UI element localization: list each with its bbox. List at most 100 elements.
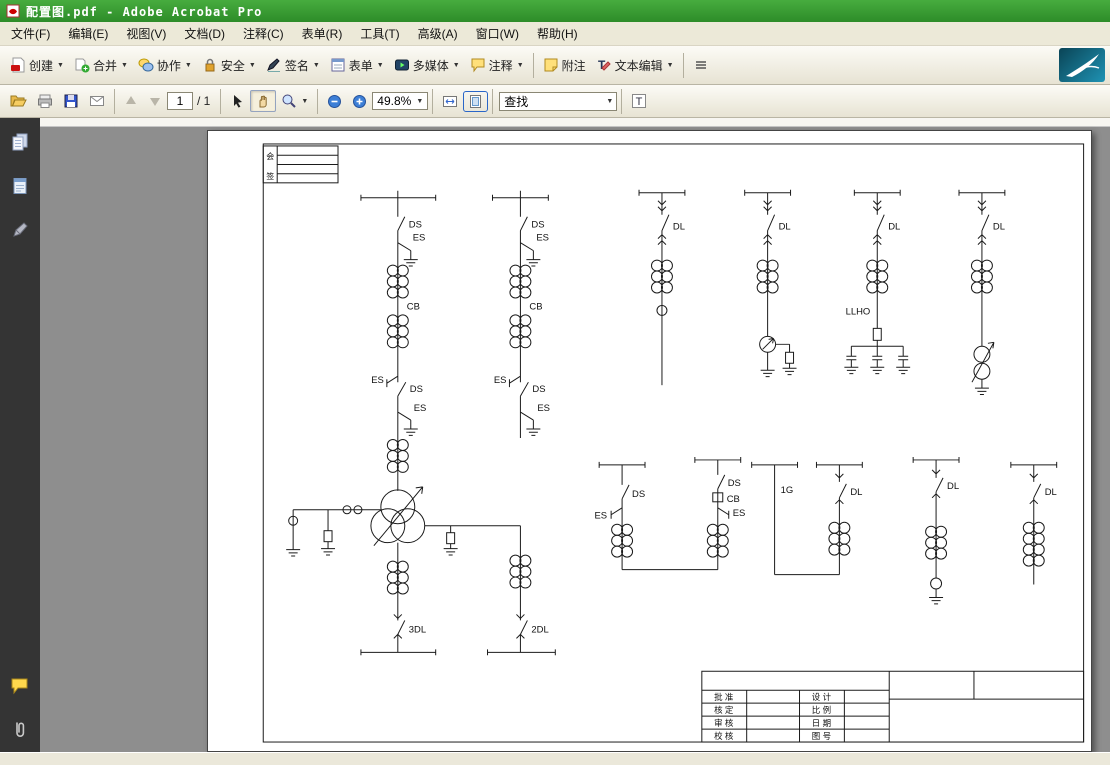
menu-bar: 文件(F) 编辑(E) 视图(V) 文档(D) 注释(C) 表单(R) 工具(T…	[0, 22, 1110, 46]
combine-button[interactable]: 合并 ▼	[69, 54, 133, 77]
bookmarks-icon	[13, 178, 27, 194]
label-cb: CB	[727, 494, 740, 505]
tasks-toolbar: 创建 ▼ 合并 ▼ 协作 ▼ 安全 ▼ 签名 ▼ 表单 ▼ 多媒体 ▼ 注释 ▼…	[0, 46, 1110, 85]
open-button[interactable]	[5, 90, 32, 112]
find-input[interactable]	[500, 94, 606, 108]
menu-document[interactable]: 文档(D)	[175, 21, 234, 46]
email-button[interactable]	[84, 91, 110, 111]
attachments-panel-button[interactable]	[6, 718, 34, 742]
forms-label: 表单	[348, 58, 373, 73]
chevron-down-icon: ▼	[57, 61, 64, 69]
find-box[interactable]: ▼	[499, 91, 618, 111]
arrow-down-icon	[150, 98, 160, 106]
speech-bubble-icon	[471, 58, 485, 73]
label-ds: DS	[728, 478, 741, 489]
fit-page-button[interactable]	[463, 90, 489, 112]
menu-advanced[interactable]: 高级(A)	[409, 21, 467, 46]
pen-icon	[266, 58, 280, 72]
comment-button[interactable]: 注释 ▼	[465, 54, 529, 77]
bay-section-1	[598, 461, 718, 571]
fit-width-icon	[443, 95, 458, 107]
previous-page-button[interactable]	[119, 91, 143, 111]
fit-width-button[interactable]	[437, 91, 463, 112]
label-llho: LLHO	[846, 306, 871, 317]
printer-icon	[38, 94, 52, 108]
print-button[interactable]	[32, 90, 58, 112]
chevron-down-icon: ▼	[120, 61, 128, 69]
bookmarks-panel-button[interactable]	[6, 174, 34, 198]
separator	[114, 88, 115, 114]
chevron-down-icon: ▼	[376, 61, 384, 69]
pdf-page[interactable]: DS ES CB ES DS ES 3DL 2DL DS ES CB ES DS…	[207, 130, 1092, 752]
label-cb: CB	[407, 301, 420, 312]
next-page-button[interactable]	[143, 91, 167, 111]
label-dl: DL	[993, 222, 1005, 233]
page-number-input[interactable]	[167, 92, 193, 110]
label-ds: DS	[409, 220, 422, 231]
collaborate-icon	[138, 58, 154, 72]
titleblock-proof: 校 核	[714, 731, 734, 741]
chevron-down-icon: ▼	[184, 61, 192, 69]
toolbar-menu-button[interactable]	[688, 54, 714, 76]
menu-window[interactable]: 窗口(W)	[467, 21, 528, 46]
menu-comments[interactable]: 注释(C)	[234, 21, 293, 46]
menu-forms[interactable]: 表单(R)	[293, 21, 352, 46]
arrow-up-icon	[126, 96, 136, 104]
sticky-note-button[interactable]: 附注	[538, 54, 591, 77]
label-ds: DS	[632, 489, 645, 500]
text-edits-label: 文本编辑	[614, 58, 663, 73]
label-es: ES	[733, 508, 746, 519]
menu-edit[interactable]: 编辑(E)	[59, 21, 117, 46]
zoom-out-button[interactable]	[322, 91, 347, 112]
label-1g: 1G	[781, 485, 794, 496]
text-edits-button[interactable]: T 文本编辑 ▼	[591, 54, 679, 77]
hamburger-icon	[695, 61, 706, 69]
forms-button[interactable]: 表单 ▼	[325, 54, 389, 77]
menu-help[interactable]: 帮助(H)	[528, 21, 587, 46]
hand-tool-button[interactable]	[250, 90, 277, 112]
acrobat-logo	[1059, 48, 1105, 82]
comments-panel-button[interactable]	[6, 674, 34, 698]
label-dl: DL	[888, 222, 900, 233]
text-edit-icon: T	[598, 58, 611, 72]
multimedia-button[interactable]: 多媒体 ▼	[389, 54, 465, 77]
create-label: 创建	[29, 58, 54, 73]
zoom-in-icon	[353, 94, 367, 108]
separator	[532, 52, 534, 78]
document-pane[interactable]: DS ES CB ES DS ES 3DL 2DL DS ES CB ES DS…	[40, 118, 1110, 752]
zoom-level-select[interactable]: 49.8% ▼	[372, 92, 429, 110]
svg-text:T: T	[636, 96, 643, 108]
titleblock-design: 设 计	[812, 692, 832, 702]
zoom-in-button[interactable]	[347, 91, 372, 112]
file-toolbar: / 1 ▼ 49.8% ▼ ▼	[0, 85, 1110, 118]
label-es: ES	[494, 375, 507, 386]
label-ds: DS	[531, 220, 544, 231]
menu-file[interactable]: 文件(F)	[2, 21, 59, 46]
label-dl: DL	[850, 487, 862, 498]
collaborate-button[interactable]: 协作 ▼	[133, 54, 197, 77]
label-dl: DL	[1045, 487, 1057, 498]
signature-pen-icon	[13, 222, 28, 237]
separator	[220, 88, 222, 114]
save-button[interactable]	[58, 90, 84, 112]
combine-icon	[75, 58, 90, 73]
signatures-panel-button[interactable]	[6, 218, 34, 242]
sign-button[interactable]: 签名 ▼	[261, 54, 325, 77]
zoom-tool-button[interactable]: ▼	[276, 90, 313, 112]
separator	[432, 88, 434, 114]
pages-panel-button[interactable]	[6, 130, 34, 154]
create-button[interactable]: 创建 ▼	[5, 54, 69, 77]
page-count-label: / 1	[197, 94, 211, 108]
multimedia-label: 多媒体	[412, 58, 449, 73]
select-tool-button[interactable]	[225, 91, 250, 112]
paperclip-icon	[16, 722, 25, 737]
window-title: 配置图.pdf - Adobe Acrobat Pro	[26, 4, 263, 19]
menu-tools[interactable]: 工具(T)	[351, 21, 408, 46]
menu-view[interactable]: 视图(V)	[117, 21, 175, 46]
chevron-down-icon: ▼	[312, 61, 320, 69]
touchup-text-button[interactable]: T	[626, 90, 652, 112]
secure-button[interactable]: 安全 ▼	[197, 54, 261, 77]
note-icon	[544, 58, 558, 72]
floppy-save-icon	[64, 94, 78, 108]
label-3dl: 3DL	[409, 624, 426, 635]
